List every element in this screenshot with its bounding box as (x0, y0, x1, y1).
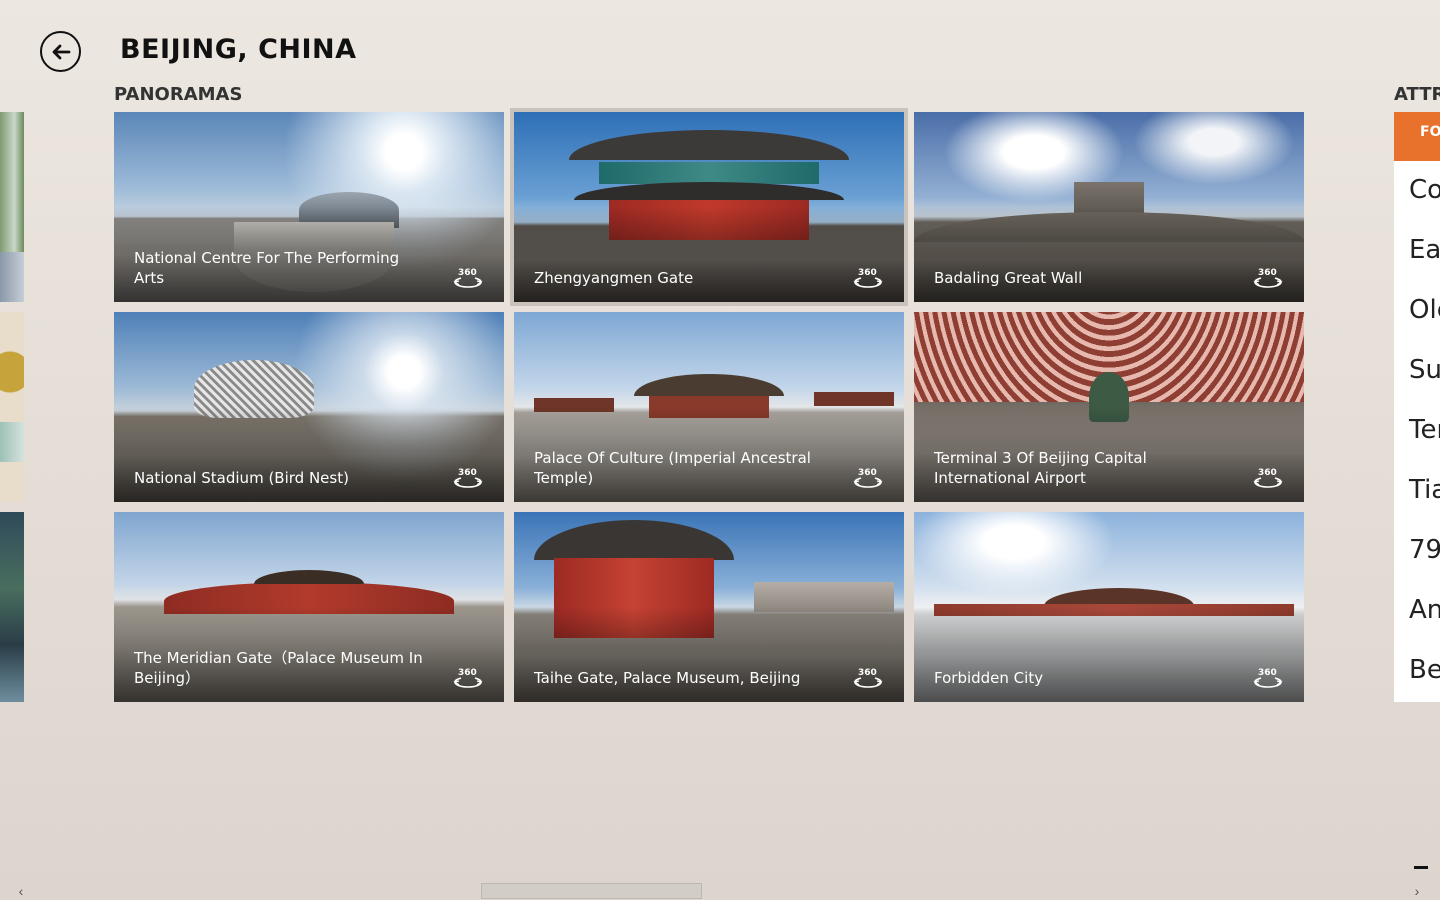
panorama-tile[interactable]: Badaling Great Wall 360 (914, 112, 1304, 302)
panorama-tile[interactable]: Taihe Gate, Palace Museum, Beijing 360 (514, 512, 904, 702)
panorama-tile[interactable]: Palace Of Culture (Imperial Ancestral Te… (514, 312, 904, 502)
horizontal-scrollbar[interactable]: ‹ › (0, 882, 1440, 900)
semantic-zoom-button[interactable] (1414, 866, 1428, 869)
panorama-tile[interactable]: National Centre For The Performing Arts … (114, 112, 504, 302)
360-icon: 360 (1252, 268, 1284, 290)
360-icon: 360 (1252, 468, 1284, 490)
360-icon: 360 (852, 268, 884, 290)
scrollbar-thumb[interactable] (481, 883, 702, 899)
panorama-title: National Stadium (Bird Nest) (134, 469, 349, 487)
panorama-title: Taihe Gate, Palace Museum, Beijing (534, 669, 801, 687)
panorama-tile[interactable]: Zhengyangmen Gate 360 (510, 108, 908, 306)
attraction-item[interactable]: Be (1394, 641, 1440, 701)
360-icon: 360 (452, 668, 484, 690)
attractions-section-title: ATTR (1394, 84, 1440, 105)
panorama-title: The Meridian Gate（Palace Museum In Beiji… (134, 649, 423, 687)
back-button[interactable] (40, 31, 81, 72)
attraction-item[interactable]: An (1394, 581, 1440, 641)
panorama-title: National Centre For The Performing Arts (134, 249, 400, 287)
attraction-item[interactable]: Eas (1394, 221, 1440, 281)
previous-section-thumbnail[interactable] (0, 112, 24, 302)
previous-section-thumbnail[interactable] (0, 512, 24, 702)
page-title: BEIJING, CHINA (120, 34, 357, 65)
panorama-title: Terminal 3 Of Beijing Capital Internatio… (934, 449, 1147, 487)
panoramas-section-title: PANORAMAS (114, 84, 243, 105)
panorama-grid: National Centre For The Performing Arts … (114, 108, 1304, 702)
scroll-left-arrow-icon[interactable]: ‹ (12, 882, 30, 900)
attraction-item[interactable]: 798 (1394, 521, 1440, 581)
attraction-item[interactable]: Su (1394, 341, 1440, 401)
attraction-item[interactable]: Co (1394, 161, 1440, 221)
panorama-tile[interactable]: Forbidden City 360 (914, 512, 1304, 702)
attraction-item[interactable]: Ter (1394, 401, 1440, 461)
attraction-item[interactable]: Tia (1394, 461, 1440, 521)
panorama-title: Palace Of Culture (Imperial Ancestral Te… (534, 449, 811, 487)
panorama-title: Zhengyangmen Gate (534, 269, 694, 287)
panorama-title: Forbidden City (934, 669, 1044, 687)
360-icon: 360 (452, 468, 484, 490)
360-icon: 360 (452, 268, 484, 290)
panorama-tile[interactable]: The Meridian Gate（Palace Museum In Beiji… (114, 512, 504, 702)
panorama-tile[interactable]: National Stadium (Bird Nest) 360 (114, 312, 504, 502)
panorama-title: Badaling Great Wall (934, 269, 1083, 287)
back-arrow-icon (52, 44, 70, 59)
360-icon: 360 (852, 468, 884, 490)
attractions-list: Co Eas Olc Su Ter Tia 798 An Be (1394, 161, 1440, 701)
panorama-tile[interactable]: Terminal 3 Of Beijing Capital Internatio… (914, 312, 1304, 502)
attractions-panel: FO Co Eas Olc Su Ter Tia 798 An Be (1394, 112, 1440, 702)
attraction-item[interactable]: Olc (1394, 281, 1440, 341)
360-icon: 360 (852, 668, 884, 690)
scroll-right-arrow-icon[interactable]: › (1408, 882, 1426, 900)
attractions-tab[interactable]: FO (1394, 112, 1440, 161)
previous-section-thumbnail[interactable] (0, 312, 24, 502)
360-icon: 360 (1252, 668, 1284, 690)
